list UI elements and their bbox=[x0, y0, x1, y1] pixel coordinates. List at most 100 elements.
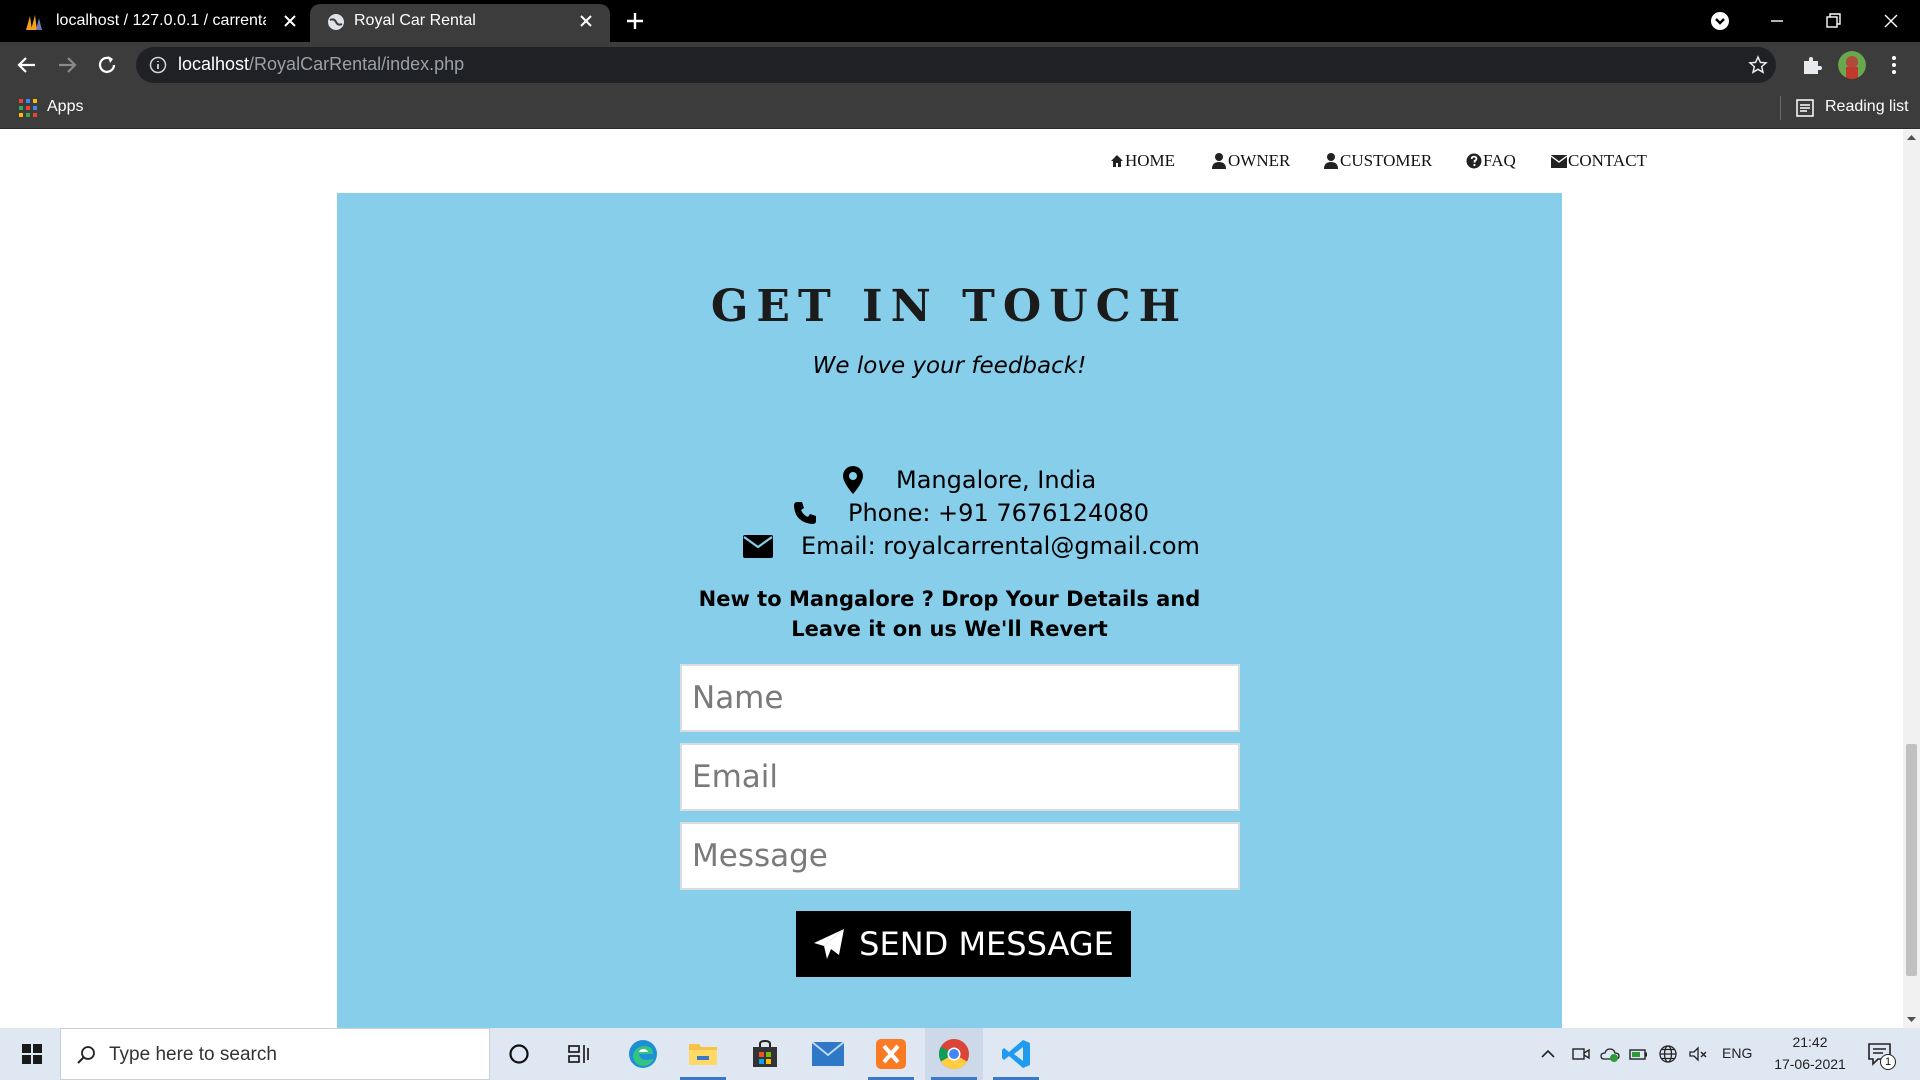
reload-icon[interactable] bbox=[94, 52, 120, 78]
contact-subtitle: We love your feedback! bbox=[812, 353, 1087, 379]
new-tab-icon[interactable] bbox=[624, 10, 646, 32]
contact-section: GET IN TOUCH We love your feedback! Mang… bbox=[337, 193, 1562, 1028]
file-explorer-taskbar-button[interactable] bbox=[674, 1028, 732, 1080]
cortana-icon bbox=[509, 1044, 529, 1064]
start-button[interactable] bbox=[8, 1028, 56, 1080]
battery-icon[interactable] bbox=[1629, 1044, 1649, 1064]
store-icon bbox=[753, 1040, 777, 1067]
page-scrollbar[interactable] bbox=[1903, 129, 1920, 1028]
volume-muted-icon[interactable] bbox=[1688, 1044, 1708, 1064]
tab-phpmyadmin[interactable]: localhost / 127.0.0.1 / carrental | bbox=[0, 0, 308, 42]
forward-icon[interactable] bbox=[54, 52, 80, 78]
apps-grid-icon[interactable] bbox=[18, 98, 38, 118]
xampp-taskbar-button[interactable] bbox=[862, 1028, 920, 1080]
close-window-icon[interactable] bbox=[1878, 8, 1904, 34]
tab-title: Royal Car Rental bbox=[354, 12, 476, 29]
clock-date[interactable]: 17-06-2021 bbox=[1765, 1056, 1855, 1072]
phone-row: Phone: +91 7676124080 bbox=[788, 498, 1149, 528]
map-marker-icon bbox=[843, 466, 863, 494]
network-globe-icon[interactable] bbox=[1658, 1044, 1678, 1064]
nav-contact[interactable]: CONTACT bbox=[1551, 151, 1647, 171]
email-text: Email: royalcarrental@gmail.com bbox=[801, 532, 1200, 560]
url-path: /RoyalCarRental/index.php bbox=[249, 54, 465, 74]
nav-owner[interactable]: OWNER bbox=[1211, 151, 1290, 171]
message-field[interactable] bbox=[680, 822, 1240, 890]
tab-search-icon[interactable] bbox=[1710, 11, 1730, 31]
nav-owner-label: OWNER bbox=[1228, 151, 1291, 170]
nav-customer[interactable]: CUSTOMER bbox=[1323, 151, 1432, 171]
scroll-up-arrow-icon[interactable] bbox=[1907, 133, 1916, 142]
cta-message: New to Mangalore ? Drop Your Details and… bbox=[337, 584, 1562, 644]
task-view-button[interactable] bbox=[550, 1028, 608, 1080]
user-icon bbox=[1212, 153, 1226, 169]
close-tab-icon[interactable] bbox=[576, 11, 596, 31]
browser-tab-strip: localhost / 127.0.0.1 / carrental | Roya… bbox=[0, 0, 1920, 42]
nav-faq[interactable]: FAQ bbox=[1466, 151, 1516, 171]
reading-list-button[interactable]: Reading list bbox=[1825, 98, 1909, 116]
restore-icon[interactable] bbox=[1820, 8, 1846, 34]
nav-faq-label: FAQ bbox=[1483, 151, 1516, 170]
url-text: localhost/RoyalCarRental/index.php bbox=[178, 54, 464, 75]
globe-icon bbox=[328, 14, 344, 30]
xampp-icon bbox=[876, 1039, 906, 1069]
contact-heading: GET IN TOUCH bbox=[710, 281, 1189, 332]
bookmark-separator bbox=[1780, 96, 1781, 120]
location-text: Mangalore, India bbox=[896, 466, 1097, 494]
reading-list-icon[interactable] bbox=[1795, 98, 1815, 118]
send-message-label: SEND MESSAGE bbox=[859, 925, 1114, 963]
notification-count-badge: 1 bbox=[1880, 1054, 1896, 1070]
cortana-button[interactable] bbox=[490, 1028, 548, 1080]
cta-line-2: Leave it on us We'll Revert bbox=[791, 617, 1108, 641]
mail-icon bbox=[812, 1042, 844, 1066]
phpmyadmin-icon bbox=[26, 15, 42, 30]
clock-time[interactable]: 21:42 bbox=[1765, 1034, 1855, 1050]
bookmark-star-icon[interactable] bbox=[1748, 55, 1768, 75]
chrome-menu-icon[interactable] bbox=[1882, 53, 1906, 77]
scrollbar-thumb[interactable] bbox=[1906, 744, 1917, 976]
home-icon bbox=[1111, 155, 1123, 167]
site-navigation: HOME OWNER CUSTOMER FAQ CONTACT bbox=[0, 151, 1903, 181]
location-row: Mangalore, India bbox=[836, 465, 1096, 495]
address-bar[interactable]: localhost/RoyalCarRental/index.php bbox=[136, 47, 1776, 83]
url-host: localhost bbox=[178, 54, 250, 74]
site-info-icon[interactable] bbox=[149, 56, 167, 74]
phone-text: Phone: +91 7676124080 bbox=[848, 499, 1150, 527]
minimize-icon[interactable] bbox=[1764, 8, 1790, 34]
nav-customer-label: CUSTOMER bbox=[1340, 151, 1433, 170]
question-circle-icon bbox=[1466, 153, 1482, 169]
email-field[interactable] bbox=[680, 743, 1240, 811]
name-field[interactable] bbox=[680, 664, 1240, 732]
windows-taskbar: Type here to search ENG 21:42 17-06-2021… bbox=[0, 1028, 1920, 1080]
chrome-icon bbox=[938, 1039, 969, 1070]
mail-taskbar-button[interactable] bbox=[799, 1028, 857, 1080]
store-taskbar-button[interactable] bbox=[736, 1028, 794, 1080]
extensions-puzzle-icon[interactable] bbox=[1800, 53, 1824, 77]
email-row: Email: royalcarrental@gmail.com bbox=[741, 531, 1200, 561]
back-icon[interactable] bbox=[14, 52, 40, 78]
onedrive-sync-icon[interactable] bbox=[1600, 1044, 1620, 1064]
nav-home[interactable]: HOME bbox=[1110, 151, 1175, 171]
profile-avatar[interactable] bbox=[1838, 51, 1866, 79]
meet-now-icon[interactable] bbox=[1571, 1044, 1591, 1064]
windows-logo-icon bbox=[22, 1044, 42, 1064]
task-view-icon bbox=[568, 1045, 589, 1063]
scroll-down-arrow-icon[interactable] bbox=[1907, 1015, 1916, 1024]
tab-title: localhost / 127.0.0.1 / carrental | bbox=[56, 12, 266, 29]
send-message-button[interactable]: SEND MESSAGE bbox=[796, 911, 1131, 977]
apps-bookmark[interactable]: Apps bbox=[47, 98, 83, 116]
search-placeholder: Type here to search bbox=[109, 1044, 277, 1065]
edge-taskbar-button[interactable] bbox=[614, 1028, 672, 1080]
envelope-icon bbox=[1551, 154, 1567, 168]
input-language[interactable]: ENG bbox=[1722, 1045, 1752, 1061]
taskbar-search[interactable]: Type here to search bbox=[60, 1028, 490, 1080]
tab-royal-car-rental[interactable]: Royal Car Rental bbox=[310, 4, 610, 42]
user-icon bbox=[1324, 153, 1338, 169]
page-viewport: HOME OWNER CUSTOMER FAQ CONTACT GET IN T… bbox=[0, 129, 1920, 1028]
show-hidden-icons-icon[interactable] bbox=[1538, 1044, 1558, 1064]
phone-icon bbox=[794, 502, 816, 524]
browser-toolbar: localhost/RoyalCarRental/index.php bbox=[0, 42, 1920, 88]
vscode-taskbar-button[interactable] bbox=[987, 1028, 1045, 1080]
chrome-taskbar-button[interactable] bbox=[925, 1028, 983, 1080]
bookmarks-bar: Apps Reading list bbox=[0, 88, 1920, 129]
close-tab-icon[interactable] bbox=[280, 11, 300, 31]
